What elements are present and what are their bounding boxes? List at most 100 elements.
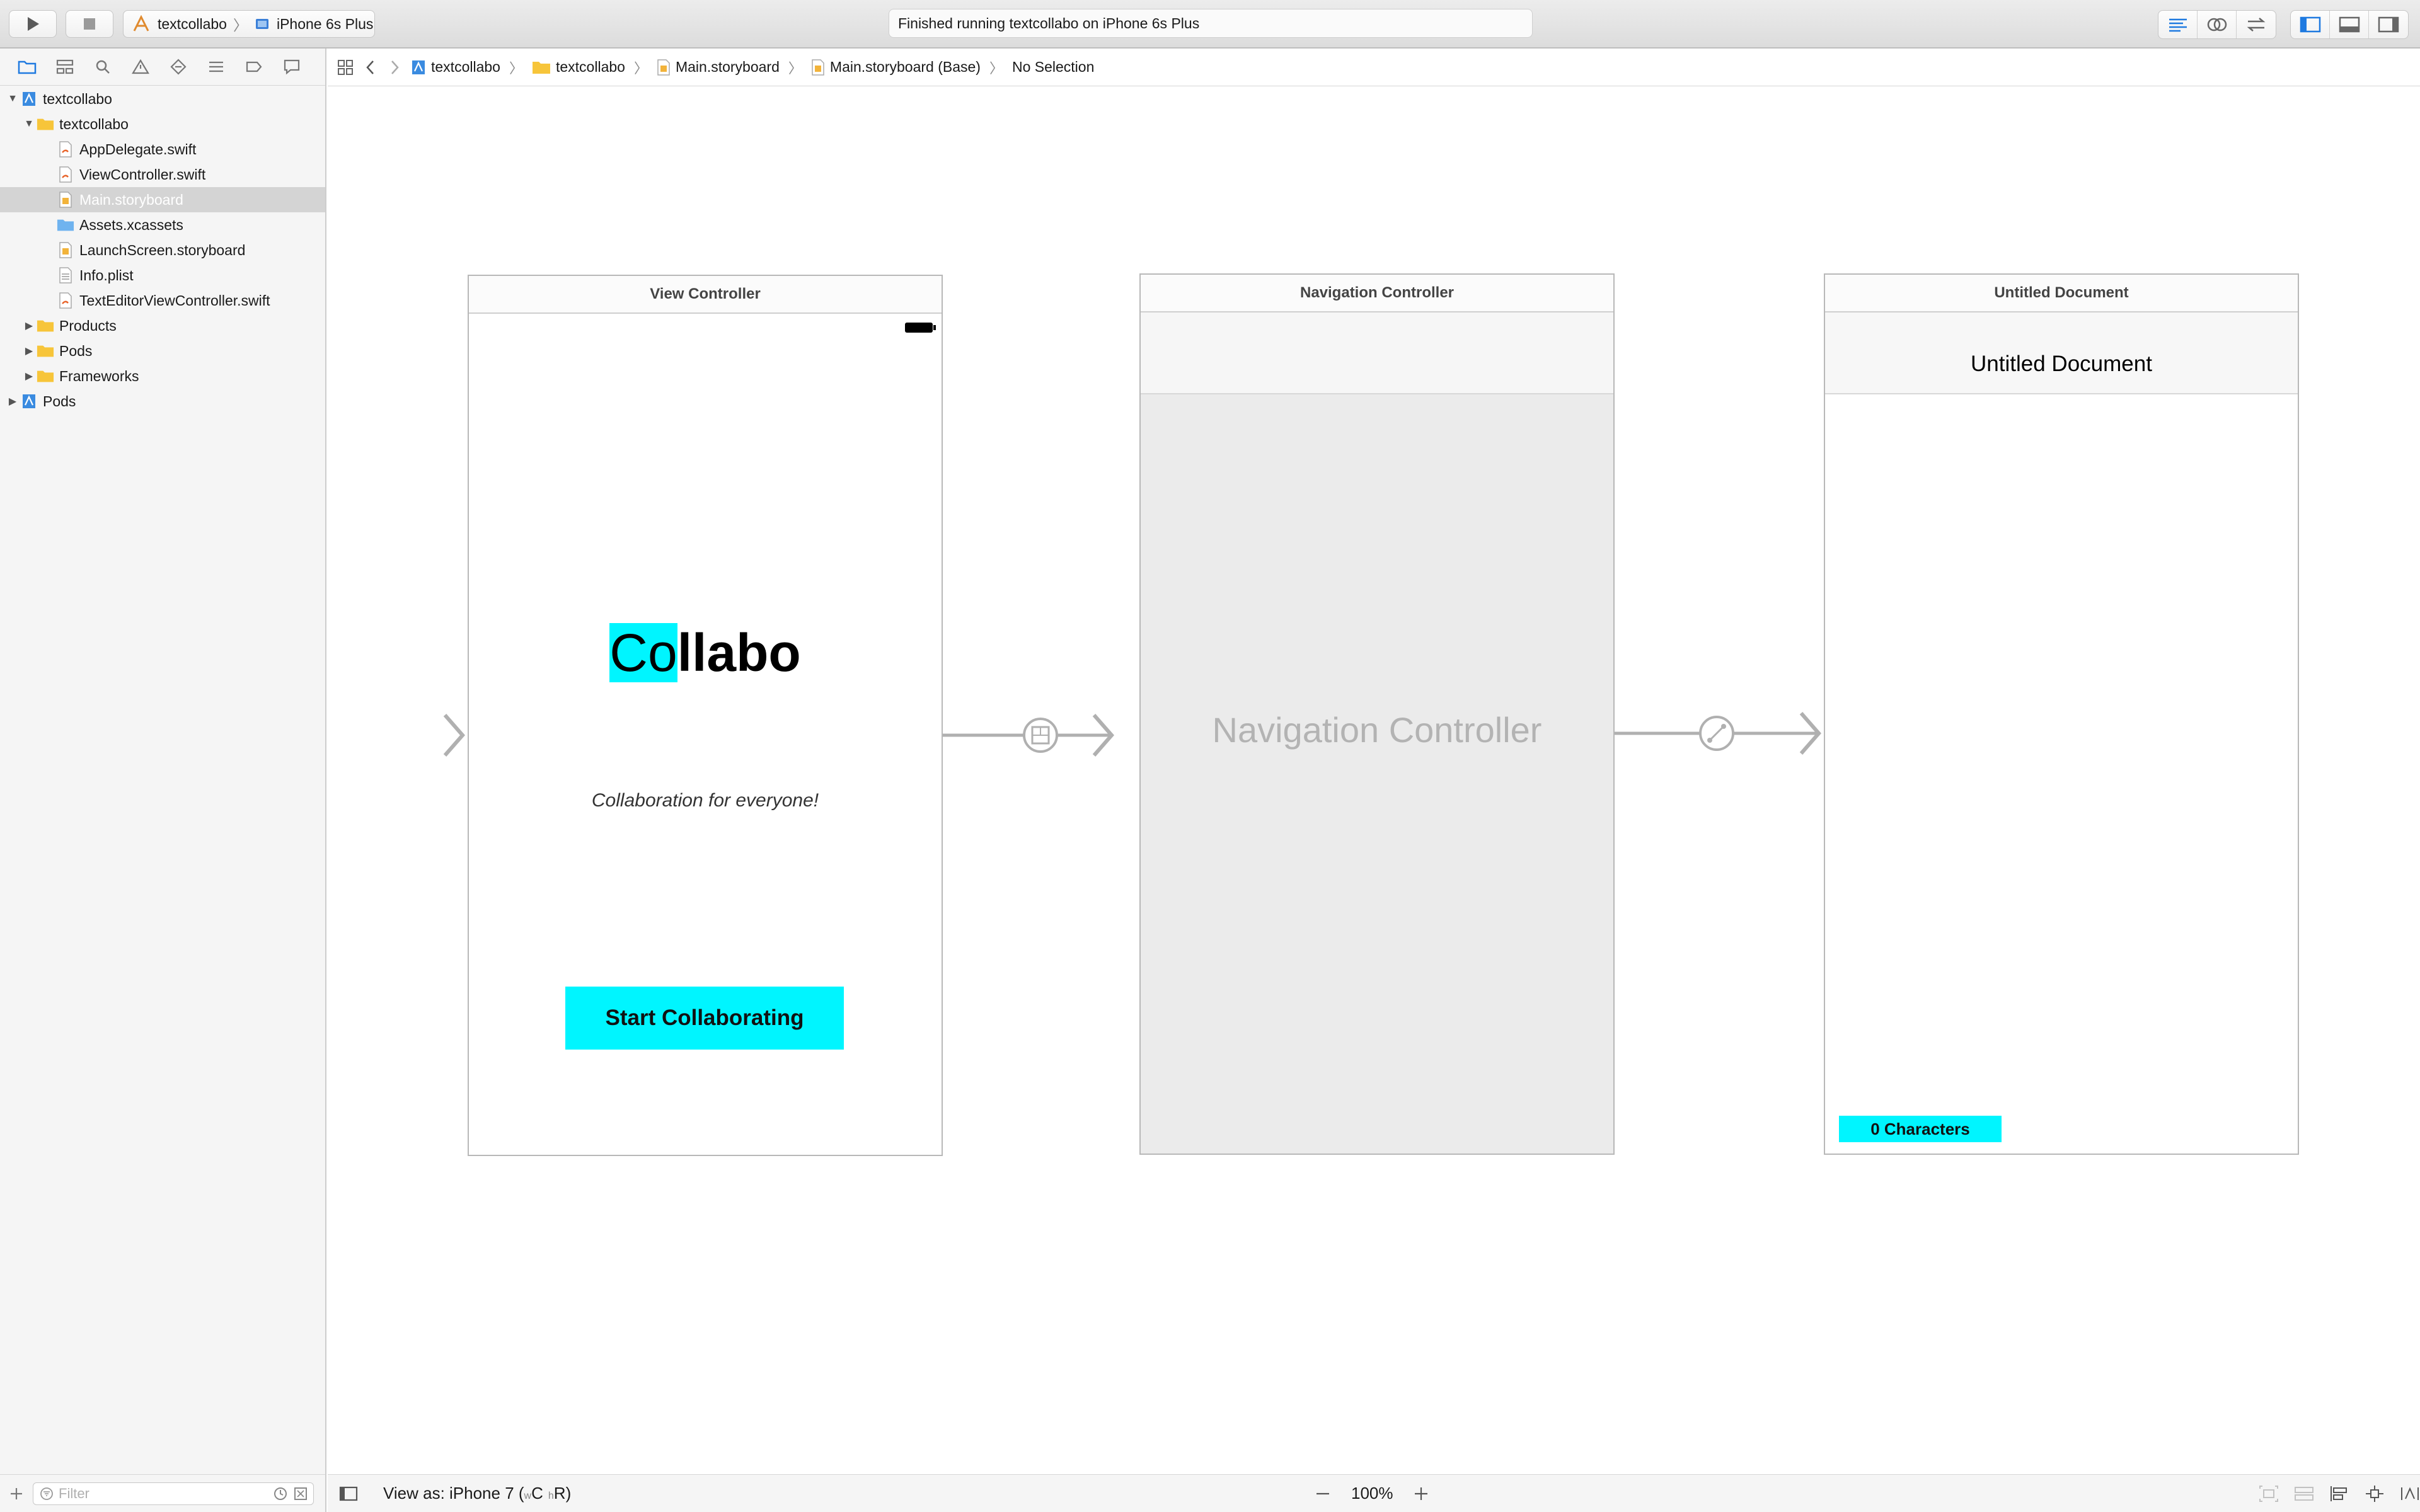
tree-item-label: TextEditorViewController.swift: [79, 292, 270, 309]
project-navigator-tab[interactable]: [18, 57, 37, 76]
start-collaborating-button[interactable]: Start Collaborating: [565, 987, 844, 1050]
toolbar: textcollabo 〉 iPhone 6s Plus Finished ru…: [0, 0, 2420, 49]
segue-nav-to-document-arrow[interactable]: [1615, 712, 1821, 755]
storyboard-canvas[interactable]: View Controller Collabo Collaboration fo…: [328, 86, 2420, 1474]
character-count-label[interactable]: 0 Characters: [1839, 1116, 2002, 1142]
resolve-layout-issues-icon[interactable]: [2400, 1485, 2420, 1503]
folder-icon: [18, 60, 37, 74]
disclosure-triangle-open-icon[interactable]: ▼: [5, 91, 20, 106]
navigation-bar[interactable]: Untitled Document: [1825, 312, 2298, 394]
tree-item-info-plist[interactable]: Info.plist: [0, 263, 325, 288]
segue-vc-to-nav-arrow[interactable]: [943, 714, 1114, 757]
disclosure-triangle-closed-icon[interactable]: ▶: [21, 369, 37, 384]
assistant-editor-button[interactable]: [2198, 11, 2237, 38]
breadcrumb-selection[interactable]: No Selection: [1012, 59, 1094, 76]
version-editor-button[interactable]: [2237, 11, 2276, 38]
zoom-level[interactable]: 100%: [1351, 1484, 1393, 1503]
tree-item-pods-project[interactable]: ▶ Pods: [0, 389, 325, 414]
app-title[interactable]: Collabo: [469, 622, 942, 684]
breadcrumb-project[interactable]: textcollabo: [411, 59, 500, 76]
jump-bar: textcollabo 〉 textcollabo 〉 Main.storybo…: [328, 49, 2420, 86]
embed-in-stack-icon[interactable]: [2259, 1485, 2279, 1503]
status-text: Finished running textcollabo on iPhone 6…: [898, 14, 1200, 32]
breadcrumb-file[interactable]: Main.storyboard: [657, 59, 780, 76]
add-icon[interactable]: [9, 1486, 24, 1501]
issue-navigator-tab[interactable]: [131, 57, 150, 76]
tree-item-texteditor-viewcontroller[interactable]: TextEditorViewController.swift: [0, 288, 325, 313]
scene-title: Untitled Document: [1825, 275, 2298, 312]
app-subtitle[interactable]: Collaboration for everyone!: [469, 790, 942, 811]
scene-view-controller[interactable]: View Controller Collabo Collaboration fo…: [468, 275, 943, 1156]
toggle-utilities-button[interactable]: [2369, 11, 2408, 38]
document-outline-toggle-icon[interactable]: [339, 1486, 358, 1501]
run-button[interactable]: [9, 10, 57, 38]
stack-view-icon[interactable]: [2294, 1485, 2314, 1503]
stop-button[interactable]: [66, 10, 113, 38]
back-arrow-icon[interactable]: [363, 59, 378, 76]
tree-item-frameworks[interactable]: ▶ Frameworks: [0, 364, 325, 389]
breadcrumb-group[interactable]: textcollabo: [532, 59, 625, 76]
project-icon: [20, 91, 38, 107]
breakpoint-navigator-tab[interactable]: [245, 57, 263, 76]
recent-files-clock-icon[interactable]: [273, 1486, 288, 1501]
scene-untitled-document[interactable]: Untitled Document Untitled Document 0 Ch…: [1824, 273, 2299, 1155]
tree-item-textcollabo-group[interactable]: ▼ textcollabo: [0, 112, 325, 137]
device-name: iPhone 6s Plus: [276, 15, 374, 32]
forward-arrow-icon[interactable]: [387, 59, 402, 76]
tree-item-main-storyboard[interactable]: Main.storyboard: [0, 187, 325, 212]
play-icon: [28, 17, 39, 31]
tree-item-label: Main.storyboard: [79, 191, 183, 208]
disclosure-triangle-closed-icon[interactable]: ▶: [21, 318, 37, 333]
storyboard-file-icon: [57, 242, 74, 258]
tree-item-assets[interactable]: Assets.xcassets: [0, 212, 325, 238]
align-icon[interactable]: [2329, 1485, 2349, 1503]
breadcrumb-localization[interactable]: Main.storyboard (Base): [811, 59, 981, 76]
toggle-navigator-button[interactable]: [2291, 11, 2330, 38]
scm-filter-icon[interactable]: [293, 1486, 308, 1501]
folder-icon: [37, 368, 54, 384]
initial-view-controller-arrow[interactable]: [340, 714, 465, 757]
tree-item-label: AppDelegate.swift: [79, 140, 197, 158]
folder-icon: [37, 318, 54, 334]
scene-navigation-controller[interactable]: Navigation Controller Navigation Control…: [1139, 273, 1615, 1155]
align-lines-icon: [2169, 18, 2187, 32]
debug-navigator-tab[interactable]: [207, 57, 226, 76]
editor-mode-segment: [2158, 10, 2276, 39]
tree-item-launchscreen[interactable]: LaunchScreen.storyboard: [0, 238, 325, 263]
tree-item-viewcontroller[interactable]: ViewController.swift: [0, 162, 325, 187]
battery-icon: [905, 323, 936, 333]
tree-item-label: Info.plist: [79, 266, 134, 284]
test-navigator-tab[interactable]: [169, 57, 188, 76]
hierarchy-icon: [56, 59, 74, 74]
report-navigator-tab[interactable]: [282, 57, 301, 76]
zoom-out-icon[interactable]: [1315, 1486, 1331, 1502]
find-navigator-tab[interactable]: [93, 57, 112, 76]
warning-icon: [132, 59, 149, 74]
zoom-in-icon[interactable]: [1413, 1486, 1429, 1502]
width-size-class: C: [531, 1484, 543, 1503]
tree-item-label: ViewController.swift: [79, 166, 206, 183]
disclosure-triangle-open-icon[interactable]: ▼: [21, 117, 37, 132]
breadcrumb-label: Main.storyboard: [675, 59, 780, 75]
text-view[interactable]: [1825, 394, 2298, 1113]
tree-item-label: LaunchScreen.storyboard: [79, 241, 246, 258]
toggle-debug-area-button[interactable]: [2330, 11, 2369, 38]
symbol-navigator-tab[interactable]: [55, 57, 74, 76]
tree-item-products[interactable]: ▶ Products: [0, 313, 325, 338]
related-items-grid-icon[interactable]: [337, 59, 354, 76]
disclosure-triangle-closed-icon[interactable]: ▶: [21, 343, 37, 358]
tree-item-appdelegate[interactable]: AppDelegate.swift: [0, 137, 325, 162]
pin-constraints-icon[interactable]: [2365, 1485, 2385, 1503]
view-as-device-button[interactable]: View as: iPhone 7 ( w C h R ): [383, 1484, 571, 1503]
folder-icon: [37, 116, 54, 132]
navigator-filter-input[interactable]: Filter: [33, 1482, 314, 1505]
disclosure-triangle-closed-icon[interactable]: ▶: [5, 394, 20, 409]
navigation-bar[interactable]: [1141, 312, 1613, 394]
navigation-controller-placeholder: Navigation Controller: [1212, 710, 1542, 750]
interface-builder-bottom-bar: View as: iPhone 7 ( w C h R ) 100%: [328, 1474, 2420, 1512]
scheme-selector[interactable]: textcollabo 〉 iPhone 6s Plus: [123, 10, 375, 38]
tree-item-textcollabo-project[interactable]: ▼ textcollabo: [0, 86, 325, 112]
standard-editor-button[interactable]: [2158, 11, 2198, 38]
tree-item-pods-group[interactable]: ▶ Pods: [0, 338, 325, 364]
width-size-class-prefix: w: [524, 1491, 532, 1501]
